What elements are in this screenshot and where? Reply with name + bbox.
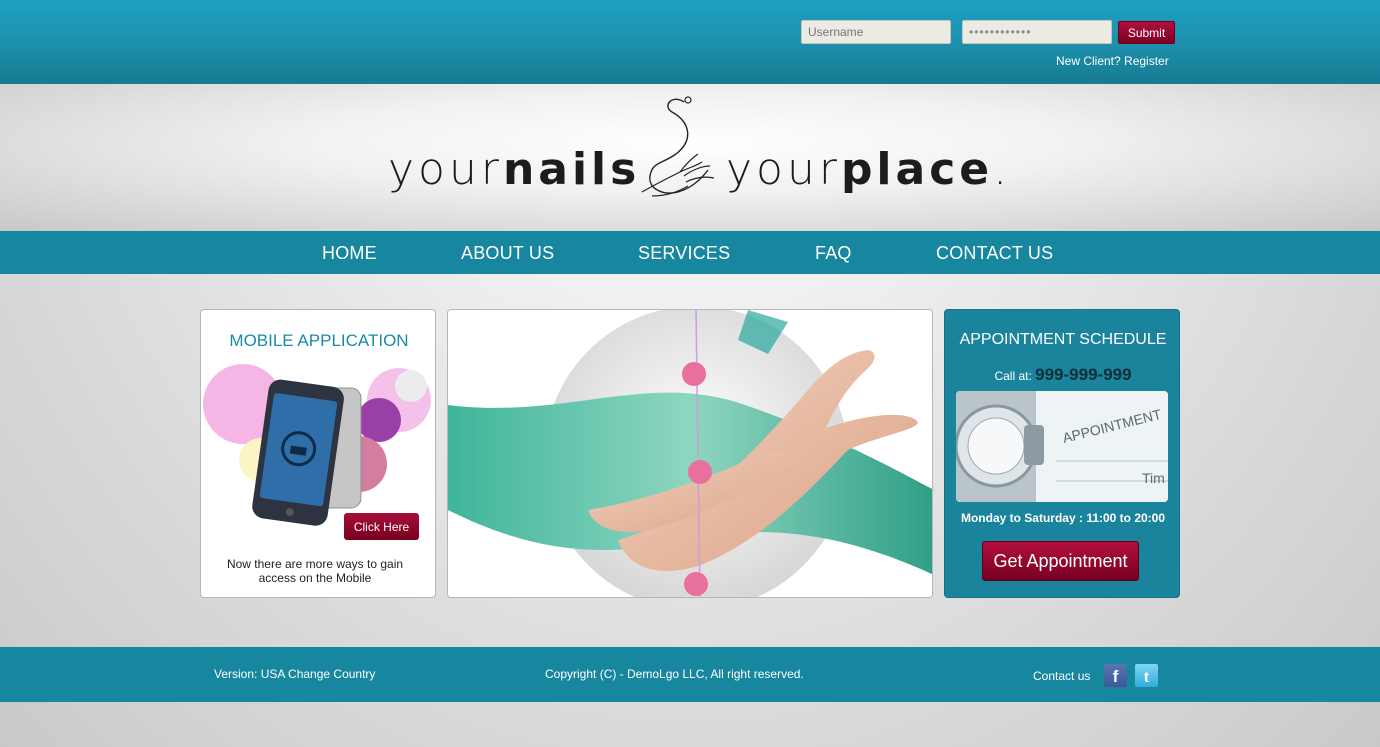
- appointment-title: APPOINTMENT SCHEDULE: [959, 331, 1167, 348]
- version-change-country-link[interactable]: Version: USA Change Country: [214, 667, 375, 681]
- hand-swirl-icon: [641, 96, 715, 197]
- submit-button[interactable]: Submit: [1118, 21, 1175, 44]
- business-hours: Monday to Saturday : 11:00 to 20:00: [960, 511, 1166, 525]
- register-link[interactable]: New Client? Register: [1056, 54, 1169, 68]
- site-logo[interactable]: yournails yourplace.: [388, 92, 1007, 206]
- top-bar: Submit New Client? Register: [0, 0, 1380, 84]
- appointment-panel: APPOINTMENT SCHEDULE Call at: 999-999-99…: [944, 309, 1180, 598]
- nav-faq[interactable]: FAQ: [815, 243, 852, 264]
- appointment-clock-image: APPOINTMENT Tim: [956, 391, 1168, 502]
- nav-about-us[interactable]: ABOUT US: [461, 243, 554, 264]
- appointment-image-text-2: Tim: [1142, 470, 1165, 486]
- facebook-icon[interactable]: f: [1104, 664, 1127, 687]
- username-input[interactable]: [801, 20, 951, 44]
- hands-hero-image: [448, 310, 932, 597]
- nav-services[interactable]: SERVICES: [638, 243, 730, 264]
- main-nav: HOME ABOUT US SERVICES FAQ CONTACT US: [0, 231, 1380, 274]
- get-appointment-button[interactable]: Get Appointment: [982, 541, 1139, 581]
- copyright-text: Copyright (C) - DemoLgo LLC, All right r…: [545, 667, 804, 681]
- footer: Version: USA Change Country Copyright (C…: [0, 647, 1380, 702]
- mobile-app-panel: MOBILE APPLICATION Click Here Now there …: [200, 309, 436, 598]
- logo-text-left: yournails: [388, 144, 641, 195]
- mobile-app-description: Now there are more ways to gain access o…: [226, 557, 404, 585]
- nav-contact-us[interactable]: CONTACT US: [936, 243, 1053, 264]
- call-label: Call at:: [994, 369, 1032, 383]
- mobile-app-title: MOBILE APPLICATION: [229, 331, 409, 350]
- click-here-button[interactable]: Click Here: [344, 513, 419, 540]
- logo-text-right: yourplace.: [726, 144, 1012, 195]
- hero-banner: [447, 309, 933, 598]
- clock-icon: APPOINTMENT Tim: [956, 391, 1168, 502]
- twitter-icon[interactable]: t: [1135, 664, 1158, 687]
- phone-number[interactable]: 999-999-999: [1035, 365, 1131, 384]
- contact-us-label: Contact us: [1033, 669, 1091, 683]
- call-info: Call at: 999-999-999: [945, 365, 1179, 385]
- password-input[interactable]: [962, 20, 1112, 44]
- nav-home[interactable]: HOME: [322, 243, 377, 264]
